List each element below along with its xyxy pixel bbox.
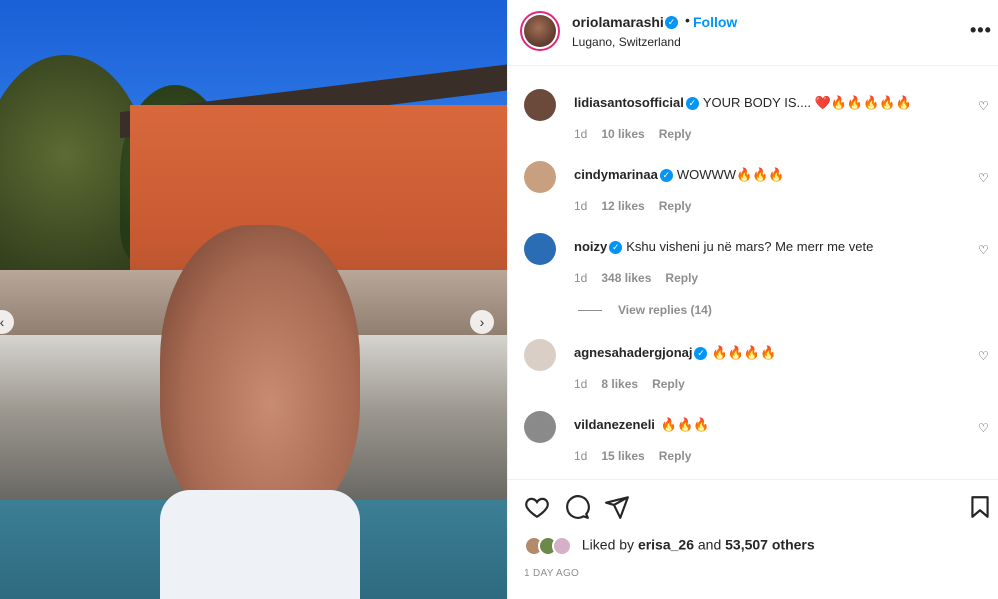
- verified-icon: ✓: [694, 347, 708, 361]
- share-icon[interactable]: [604, 494, 630, 520]
- liker-username[interactable]: erisa_26: [638, 537, 694, 553]
- comment-likes[interactable]: 15 likes: [601, 449, 644, 463]
- author-avatar[interactable]: [520, 11, 560, 51]
- save-icon[interactable]: [967, 494, 993, 520]
- comment-age[interactable]: 1d: [574, 199, 587, 213]
- view-replies-label: View replies (14): [618, 303, 712, 317]
- comment-text: 🔥🔥🔥: [660, 417, 710, 432]
- comment-likes[interactable]: 348 likes: [601, 271, 651, 285]
- comment-age[interactable]: 1d: [574, 271, 587, 285]
- comment-username[interactable]: noizy: [574, 239, 607, 254]
- likes-summary: Liked by erisa_26 and 53,507 others: [524, 536, 815, 556]
- more-icon[interactable]: •••: [970, 20, 992, 41]
- post-location[interactable]: Lugano, Switzerland: [572, 35, 681, 49]
- comment-icon[interactable]: [564, 494, 590, 520]
- comment-username[interactable]: agnesahadergjonaj: [574, 345, 692, 360]
- chevron-right-icon: ›: [479, 314, 485, 330]
- comment-text: Kshu visheni ju në mars? Me merr me vete: [626, 239, 874, 254]
- comment-item: agnesahadergjonaj ✓ 🔥🔥🔥🔥 1d 8 likes Reply ♡: [508, 339, 998, 409]
- comment-likes[interactable]: 8 likes: [601, 377, 638, 391]
- likes-count[interactable]: 53,507 others: [725, 537, 815, 553]
- reply-button[interactable]: Reply: [659, 127, 692, 141]
- author-username[interactable]: oriolamarashi: [572, 14, 664, 30]
- heart-small-icon[interactable]: ♡: [978, 243, 989, 257]
- post-header: oriolamarashi ✓ • Follow Lugano, Switzer…: [508, 0, 998, 66]
- comment-item: lidiasantosofficial ✓ YOUR BODY IS.... ❤️🔥…: [508, 89, 998, 159]
- avatar[interactable]: [524, 339, 556, 371]
- comment-item: cindymarinaa ✓ WOWWW🔥🔥🔥 1d 12 likes Reply ♡: [508, 161, 998, 231]
- reply-button[interactable]: Reply: [659, 449, 692, 463]
- avatar[interactable]: [524, 89, 556, 121]
- like-icon[interactable]: [524, 494, 550, 520]
- heart-small-icon[interactable]: ♡: [978, 171, 989, 185]
- comment-text: YOUR BODY IS.... ❤️🔥🔥🔥🔥🔥: [702, 95, 912, 110]
- comment-likes[interactable]: 10 likes: [601, 127, 644, 141]
- verified-icon: ✓: [665, 16, 678, 29]
- liker-avatars: [524, 536, 578, 556]
- image-towel: [160, 490, 360, 599]
- heart-small-icon[interactable]: ♡: [978, 99, 989, 113]
- comment-age[interactable]: 1d: [574, 377, 587, 391]
- separator-dot: •: [685, 12, 690, 28]
- chevron-left-icon: ‹: [0, 314, 5, 330]
- verified-icon: ✓: [609, 241, 623, 255]
- likes-prefix: Liked by: [581, 536, 638, 553]
- verified-icon: ✓: [659, 169, 673, 183]
- likes-middle: and: [694, 536, 726, 553]
- heart-small-icon[interactable]: ♡: [978, 349, 989, 363]
- avatar[interactable]: [524, 411, 556, 443]
- view-replies-button[interactable]: View replies (14): [578, 303, 712, 317]
- comment-item: vildanezeneli 🔥🔥🔥 1d 15 likes Reply ♡: [508, 411, 998, 481]
- follow-button[interactable]: Follow: [693, 14, 737, 30]
- image-figure: [160, 225, 360, 525]
- carousel-next-button[interactable]: ›: [470, 310, 494, 334]
- comment-username[interactable]: vildanezeneli: [574, 417, 655, 432]
- post-image[interactable]: ‹ ›: [0, 0, 507, 599]
- comment-age[interactable]: 1d: [574, 127, 587, 141]
- comment-item: noizy ✓ Kshu visheni ju në mars? Me merr m…: [508, 233, 998, 303]
- comment-text: 🔥🔥🔥🔥: [711, 345, 777, 360]
- comment-username[interactable]: cindymarinaa: [574, 167, 658, 182]
- reply-button[interactable]: Reply: [665, 271, 698, 285]
- comment-text: WOWWW🔥🔥🔥: [676, 167, 785, 182]
- post-timestamp[interactable]: 1 DAY AGO: [524, 568, 579, 579]
- avatar[interactable]: [524, 161, 556, 193]
- divider: [578, 310, 602, 312]
- post-actions: Liked by erisa_26 and 53,507 others 1 DA…: [508, 479, 998, 599]
- post-panel: oriolamarashi ✓ • Follow Lugano, Switzer…: [507, 0, 998, 599]
- avatar[interactable]: [524, 233, 556, 265]
- reply-button[interactable]: Reply: [652, 377, 685, 391]
- verified-icon: ✓: [685, 97, 699, 111]
- avatar: [552, 536, 572, 556]
- comment-username[interactable]: lidiasantosofficial: [574, 95, 684, 110]
- reply-button[interactable]: Reply: [659, 199, 692, 213]
- comment-age[interactable]: 1d: [574, 449, 587, 463]
- heart-small-icon[interactable]: ♡: [978, 421, 989, 435]
- comment-likes[interactable]: 12 likes: [601, 199, 644, 213]
